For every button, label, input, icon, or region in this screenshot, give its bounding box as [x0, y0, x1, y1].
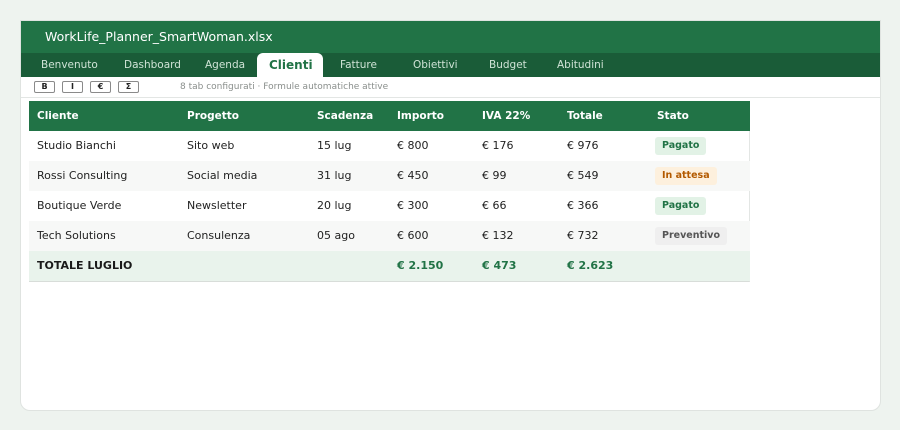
- header-importo[interactable]: Importo: [397, 101, 444, 131]
- sheet-tab-bar: Benvenuto Dashboard Agenda Clienti Fattu…: [21, 53, 880, 77]
- cell-scadenza[interactable]: 31 lug: [317, 161, 352, 191]
- table-header-row: Cliente Progetto Scadenza Importo IVA 22…: [29, 101, 750, 131]
- spreadsheet-window: WorkLife_Planner_SmartWoman.xlsx Benvenu…: [20, 20, 881, 411]
- tab-obiettivi[interactable]: Obiettivi: [413, 53, 458, 77]
- autosum-button[interactable]: Σ: [118, 81, 139, 93]
- cell-importo[interactable]: € 600: [397, 221, 429, 251]
- header-stato[interactable]: Stato: [657, 101, 689, 131]
- cell-iva[interactable]: € 132: [482, 221, 514, 251]
- cell-progetto[interactable]: Sito web: [187, 131, 234, 161]
- table-row: Tech Solutions Consulenza 05 ago € 600 €…: [29, 221, 750, 251]
- table-row: Studio Bianchi Sito web 15 lug € 800 € 1…: [29, 131, 750, 161]
- cell-cliente[interactable]: Tech Solutions: [37, 221, 116, 251]
- table-row: Boutique Verde Newsletter 20 lug € 300 €…: [29, 191, 750, 221]
- header-totale[interactable]: Totale: [567, 101, 603, 131]
- italic-button[interactable]: I: [62, 81, 83, 93]
- cell-cliente[interactable]: Boutique Verde: [37, 191, 121, 221]
- tab-agenda[interactable]: Agenda: [205, 53, 245, 77]
- cell-progetto[interactable]: Social media: [187, 161, 257, 191]
- cell-scadenza[interactable]: 20 lug: [317, 191, 352, 221]
- total-totale[interactable]: € 2.623: [567, 251, 613, 281]
- clients-table: Cliente Progetto Scadenza Importo IVA 22…: [29, 101, 750, 282]
- cell-importo[interactable]: € 800: [397, 131, 429, 161]
- total-iva[interactable]: € 473: [482, 251, 516, 281]
- status-badge[interactable]: Pagato: [655, 197, 707, 215]
- cell-iva[interactable]: € 66: [482, 191, 507, 221]
- cell-progetto[interactable]: Consulenza: [187, 221, 250, 251]
- cell-totale[interactable]: € 976: [567, 131, 599, 161]
- cell-cliente[interactable]: Rossi Consulting: [37, 161, 127, 191]
- cell-cliente[interactable]: Studio Bianchi: [37, 131, 116, 161]
- header-iva[interactable]: IVA 22%: [482, 101, 530, 131]
- tab-dashboard[interactable]: Dashboard: [124, 53, 181, 77]
- tab-budget[interactable]: Budget: [489, 53, 527, 77]
- total-importo[interactable]: € 2.150: [397, 251, 443, 281]
- cell-iva[interactable]: € 99: [482, 161, 507, 191]
- header-scadenza[interactable]: Scadenza: [317, 101, 373, 131]
- header-progetto[interactable]: Progetto: [187, 101, 239, 131]
- cell-importo[interactable]: € 300: [397, 191, 429, 221]
- total-label[interactable]: TOTALE LUGLIO: [37, 251, 132, 281]
- status-badge[interactable]: In attesa: [655, 167, 717, 185]
- bold-button[interactable]: B: [34, 81, 55, 93]
- formatting-toolbar: B I € Σ 8 tab configurati · Formule auto…: [21, 77, 880, 98]
- tab-abitudini[interactable]: Abitudini: [557, 53, 604, 77]
- tab-fatture[interactable]: Fatture: [340, 53, 377, 77]
- table-row: Rossi Consulting Social media 31 lug € 4…: [29, 161, 750, 191]
- cell-scadenza[interactable]: 15 lug: [317, 131, 352, 161]
- header-cliente[interactable]: Cliente: [37, 101, 79, 131]
- cell-totale[interactable]: € 366: [567, 191, 599, 221]
- tab-clienti[interactable]: Clienti: [257, 53, 323, 77]
- cell-iva[interactable]: € 176: [482, 131, 514, 161]
- cell-scadenza[interactable]: 05 ago: [317, 221, 355, 251]
- cell-totale[interactable]: € 549: [567, 161, 599, 191]
- cell-totale[interactable]: € 732: [567, 221, 599, 251]
- toolbar-status-text: 8 tab configurati · Formule automatiche …: [180, 82, 389, 92]
- window-title: WorkLife_Planner_SmartWoman.xlsx: [21, 21, 880, 53]
- table-total-row: TOTALE LUGLIO € 2.150 € 473 € 2.623: [29, 251, 750, 281]
- status-badge[interactable]: Pagato: [655, 137, 707, 155]
- tab-benvenuto[interactable]: Benvenuto: [41, 53, 98, 77]
- cell-progetto[interactable]: Newsletter: [187, 191, 246, 221]
- currency-format-button[interactable]: €: [90, 81, 111, 93]
- cell-importo[interactable]: € 450: [397, 161, 429, 191]
- status-badge[interactable]: Preventivo: [655, 227, 728, 245]
